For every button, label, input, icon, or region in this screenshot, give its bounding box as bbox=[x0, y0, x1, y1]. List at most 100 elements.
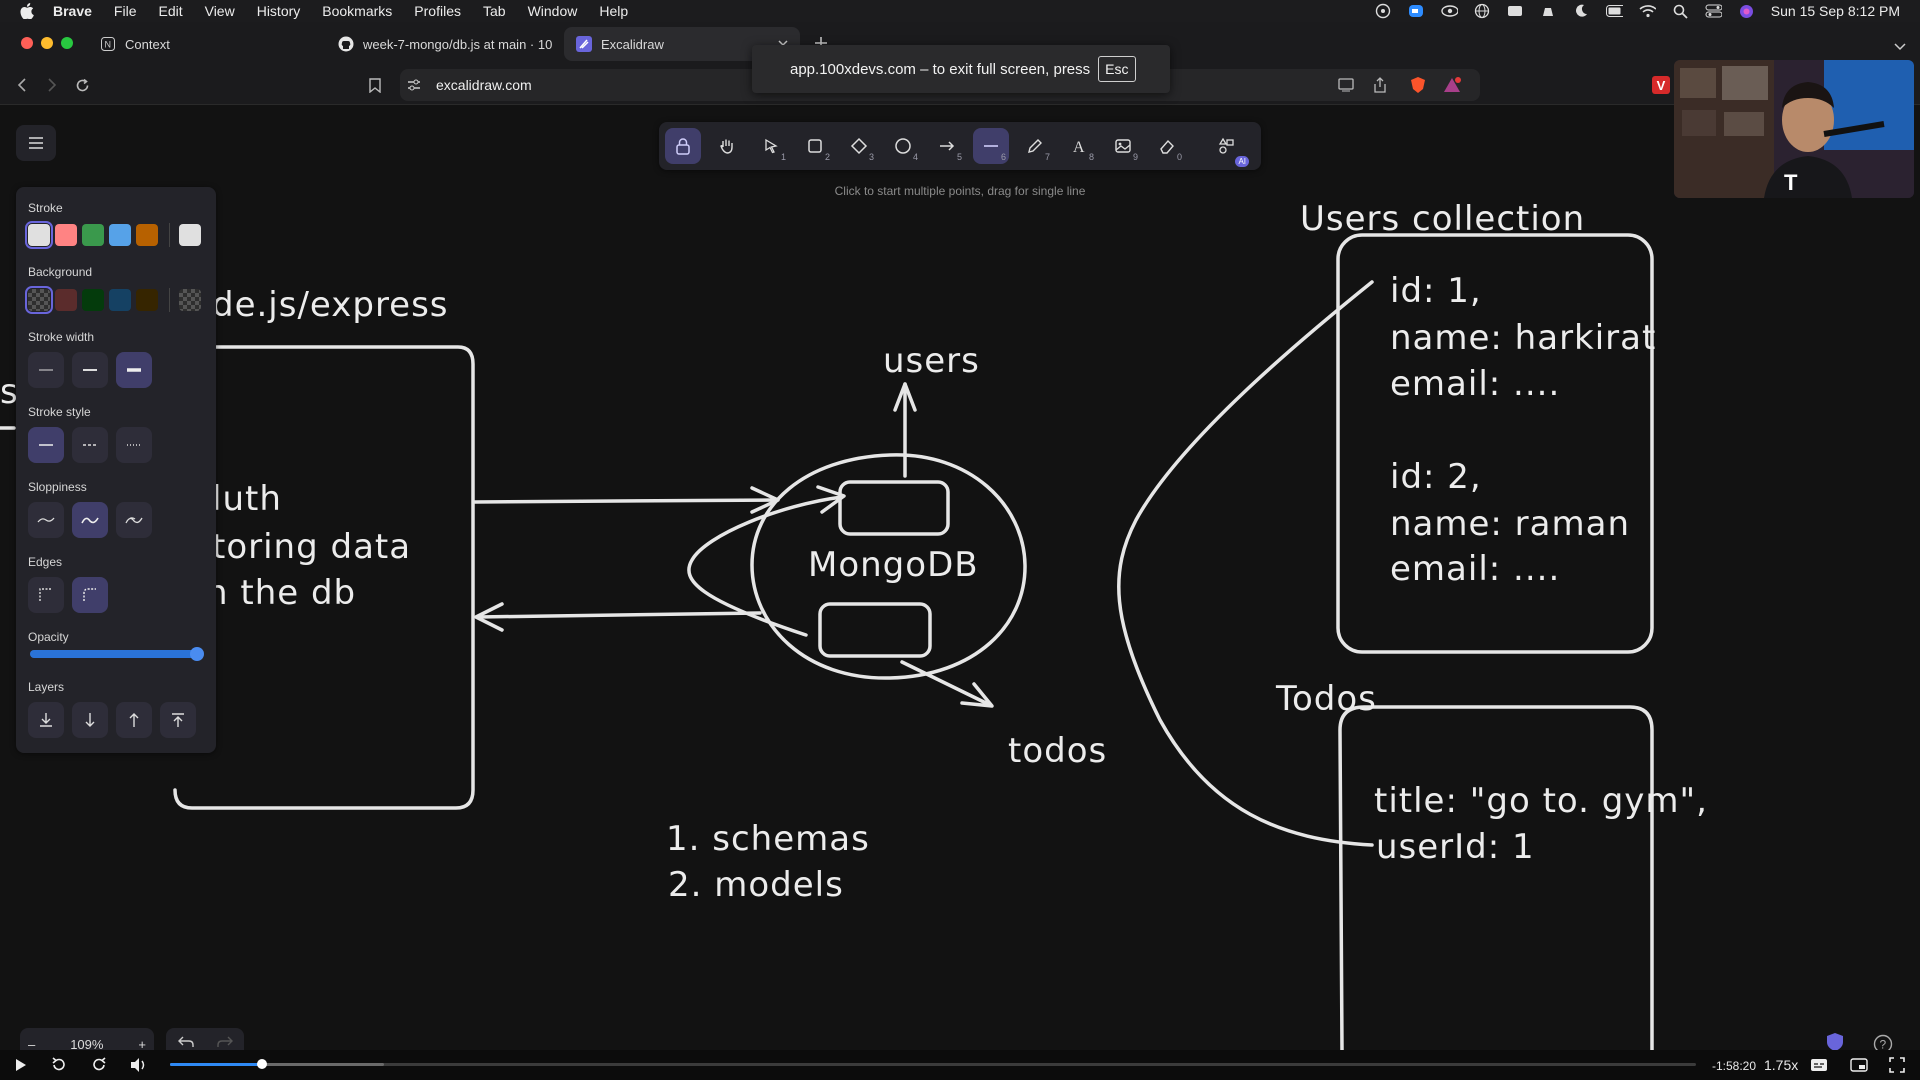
menu-tab[interactable]: Tab bbox=[472, 0, 517, 22]
tab-context[interactable]: N Context bbox=[88, 27, 318, 61]
sloppiness-architect[interactable] bbox=[28, 502, 64, 538]
back-arrow-icon[interactable] bbox=[12, 75, 32, 95]
excalidraw-canvas[interactable] bbox=[0, 105, 1920, 1050]
spotlight-search-icon[interactable] bbox=[1672, 4, 1689, 19]
sloppiness-cartoonist[interactable] bbox=[116, 502, 152, 538]
menu-file[interactable]: File bbox=[103, 0, 148, 22]
video-progress-thumb[interactable] bbox=[256, 1059, 267, 1069]
tool-ellipse[interactable]: 4 bbox=[885, 128, 921, 164]
tab-github[interactable]: week-7-mongo/db.js at main · 10 bbox=[326, 27, 556, 61]
rewind-icon[interactable] bbox=[50, 1057, 68, 1073]
menu-bookmarks[interactable]: Bookmarks bbox=[311, 0, 403, 22]
close-window-button[interactable] bbox=[21, 37, 33, 49]
opacity-slider[interactable] bbox=[30, 647, 204, 661]
background-color-brown[interactable] bbox=[136, 289, 158, 311]
bring-to-front-button[interactable] bbox=[160, 702, 196, 738]
menu-help[interactable]: Help bbox=[588, 0, 639, 22]
tool-line[interactable]: 6 bbox=[973, 128, 1009, 164]
site-settings-icon[interactable] bbox=[404, 75, 424, 95]
play-icon[interactable] bbox=[12, 1057, 30, 1073]
tool-hint-text: Click to start multiple points, drag for… bbox=[834, 184, 1086, 198]
encryption-shield-icon[interactable] bbox=[1826, 1032, 1846, 1052]
video-extension-icon[interactable]: V bbox=[1652, 76, 1670, 94]
stroke-style-dotted[interactable] bbox=[116, 427, 152, 463]
stroke-color-current[interactable] bbox=[179, 224, 201, 246]
bookmark-icon[interactable] bbox=[365, 75, 385, 95]
picture-in-picture-icon[interactable] bbox=[1850, 1057, 1868, 1073]
forward-arrow-icon[interactable] bbox=[42, 75, 62, 95]
stroke-color-green[interactable] bbox=[82, 224, 104, 246]
fast-forward-icon[interactable] bbox=[90, 1057, 108, 1073]
sloppiness-artist[interactable] bbox=[72, 502, 108, 538]
extension-icon[interactable] bbox=[1540, 4, 1557, 19]
wifi-icon[interactable] bbox=[1639, 4, 1656, 19]
stroke-width-extra-bold[interactable] bbox=[116, 352, 152, 388]
edges-sharp[interactable] bbox=[28, 577, 64, 613]
menu-bar-clock[interactable]: Sun 15 Sep 8:12 PM bbox=[1771, 3, 1900, 19]
edges-round[interactable] bbox=[72, 577, 108, 613]
menu-history[interactable]: History bbox=[246, 0, 312, 22]
opacity-slider-thumb[interactable] bbox=[190, 647, 204, 661]
send-backward-button[interactable] bbox=[72, 702, 108, 738]
maximize-window-button[interactable] bbox=[61, 37, 73, 49]
main-menu-button[interactable] bbox=[16, 125, 56, 161]
stroke-width-bold[interactable] bbox=[72, 352, 108, 388]
divider bbox=[169, 223, 170, 247]
brave-shields-icon[interactable] bbox=[1408, 75, 1428, 95]
zoom-app-icon[interactable] bbox=[1408, 4, 1425, 19]
esc-key-badge: Esc bbox=[1098, 56, 1136, 82]
background-color-current[interactable] bbox=[179, 289, 201, 311]
minimize-window-button[interactable] bbox=[41, 37, 53, 49]
send-to-back-button[interactable] bbox=[28, 702, 64, 738]
background-color-red[interactable] bbox=[55, 289, 77, 311]
cast-icon[interactable] bbox=[1336, 75, 1356, 95]
menu-app-brave[interactable]: Brave bbox=[42, 0, 103, 22]
stroke-color-red[interactable] bbox=[55, 224, 77, 246]
captions-icon[interactable] bbox=[1810, 1057, 1828, 1073]
tool-rectangle[interactable]: 2 bbox=[797, 128, 833, 164]
apple-icon[interactable] bbox=[16, 0, 38, 22]
tool-lock[interactable] bbox=[665, 128, 701, 164]
tool-text[interactable]: A 8 bbox=[1061, 128, 1097, 164]
stroke-style-solid[interactable] bbox=[28, 427, 64, 463]
stroke-style-dashed[interactable] bbox=[72, 427, 108, 463]
eye-icon[interactable] bbox=[1441, 4, 1458, 19]
playback-speed[interactable]: 1.75x bbox=[1764, 1057, 1798, 1073]
tool-eraser[interactable]: 0 bbox=[1149, 128, 1185, 164]
brave-rewards-icon[interactable] bbox=[1442, 75, 1462, 95]
tool-image[interactable]: 9 bbox=[1105, 128, 1141, 164]
tool-hand[interactable] bbox=[709, 128, 745, 164]
menu-view[interactable]: View bbox=[194, 0, 246, 22]
background-color-blue[interactable] bbox=[109, 289, 131, 311]
siri-icon[interactable] bbox=[1738, 4, 1755, 19]
menu-window[interactable]: Window bbox=[517, 0, 589, 22]
battery-icon[interactable] bbox=[1605, 4, 1623, 19]
background-color-transparent[interactable] bbox=[25, 286, 53, 314]
tool-arrow[interactable]: 5 bbox=[929, 128, 965, 164]
reload-icon[interactable] bbox=[72, 75, 92, 95]
tab-overview-chevron-icon[interactable] bbox=[1894, 38, 1906, 56]
background-color-green[interactable] bbox=[82, 289, 104, 311]
menu-edit[interactable]: Edit bbox=[147, 0, 193, 22]
volume-icon[interactable] bbox=[130, 1057, 148, 1073]
bring-forward-button[interactable] bbox=[116, 702, 152, 738]
cloud-icon[interactable] bbox=[1375, 3, 1392, 19]
moon-icon[interactable] bbox=[1573, 4, 1590, 19]
menu-profiles[interactable]: Profiles bbox=[403, 0, 472, 22]
video-progress-bar[interactable] bbox=[170, 1059, 1696, 1069]
tool-diamond[interactable]: 3 bbox=[841, 128, 877, 164]
stroke-color-white[interactable] bbox=[25, 221, 53, 249]
tool-selection[interactable]: 1 bbox=[753, 128, 789, 164]
url-text[interactable]: excalidraw.com bbox=[436, 77, 532, 93]
globe-icon[interactable] bbox=[1474, 3, 1491, 19]
stroke-width-thin[interactable] bbox=[28, 352, 64, 388]
tool-key: 9 bbox=[1132, 152, 1138, 162]
stroke-color-orange[interactable] bbox=[136, 224, 158, 246]
tool-draw[interactable]: 7 bbox=[1017, 128, 1053, 164]
control-center-icon[interactable] bbox=[1705, 4, 1722, 19]
stroke-color-blue[interactable] bbox=[109, 224, 131, 246]
display-icon[interactable] bbox=[1507, 4, 1524, 19]
fullscreen-icon[interactable] bbox=[1888, 1057, 1906, 1073]
tool-more[interactable]: AI bbox=[1209, 128, 1249, 167]
share-icon[interactable] bbox=[1370, 75, 1390, 95]
